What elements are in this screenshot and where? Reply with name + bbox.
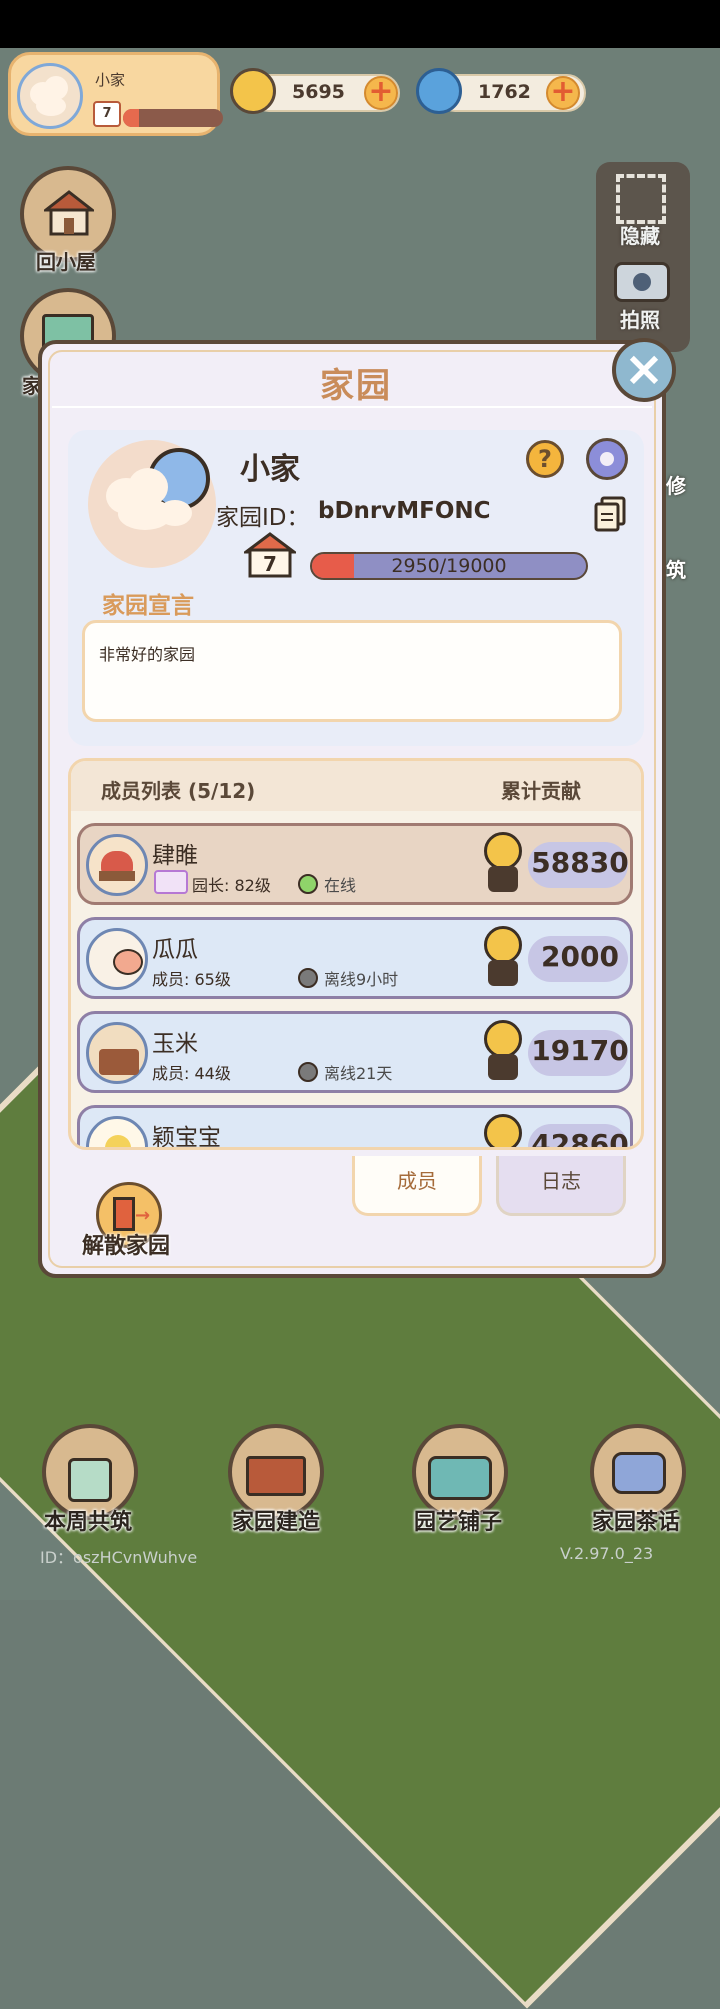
camera-icon[interactable] [614, 262, 670, 302]
member-avatar [86, 928, 148, 990]
copy-icon[interactable] [594, 496, 626, 532]
coins-value: 5695 [292, 81, 345, 103]
tab-log[interactable]: 日志 [496, 1156, 626, 1216]
system-status-bar [0, 0, 720, 48]
member-name: 玉米 [152, 1031, 198, 1057]
member-contribution: 58830 [531, 846, 629, 879]
garden-build-label: 家园建造 [232, 1510, 321, 1535]
members-title: 成员列表 (5/12) [101, 779, 256, 803]
member-avatar [86, 1116, 148, 1147]
build-partial-label: 筑 [666, 558, 686, 582]
member-avatar [86, 834, 148, 896]
member-status: 离线9小时 [324, 970, 399, 989]
members-header: 成员列表 (5/12) 累计贡献 [71, 761, 641, 811]
declaration-text: 非常好的家园 [99, 645, 196, 664]
gardening-shop-label: 园艺铺子 [414, 1510, 503, 1535]
photo-label[interactable]: 拍照 [620, 304, 660, 333]
member-avatar [86, 1022, 148, 1084]
garden-id-value: bDnrvMFONC [318, 498, 491, 524]
member-role: 成员: 65级 [152, 970, 231, 989]
members-list-card: 成员列表 (5/12) 累计贡献 肆睢 园长: 82级 在线 58830 瓜瓜 … [68, 758, 644, 1150]
member-row[interactable]: 颖宝宝 42860 [77, 1105, 633, 1150]
profile-exp-bar [123, 109, 223, 127]
member-role: 成员: 44级 [152, 1064, 231, 1083]
member-status: 在线 [324, 876, 357, 895]
house-icon [44, 190, 94, 236]
member-status: 离线21天 [324, 1064, 393, 1083]
member-contribution: 42860 [531, 1128, 629, 1150]
profile-avatar [17, 63, 83, 129]
profile-exp-bar-fill [123, 109, 139, 127]
member-row[interactable]: 肆睢 园长: 82级 在线 58830 [77, 823, 633, 905]
trophy-icon [68, 1458, 112, 1502]
contribution-title: 累计贡献 [501, 779, 581, 803]
repair-partial-label: 修 [666, 474, 686, 498]
plant-basket-icon [428, 1456, 492, 1500]
right-tool-panel: 隐藏 拍照 [596, 162, 690, 352]
currency-coins: 5695 + [230, 68, 400, 114]
snail-coin-icon [480, 832, 526, 896]
garden-level: 7 [263, 552, 277, 576]
profile-card[interactable]: 小家 7 [8, 52, 223, 136]
member-name: 瓜瓜 [152, 937, 198, 963]
chat-icon [612, 1452, 666, 1494]
hide-label[interactable]: 隐藏 [620, 220, 660, 249]
snail-coin-icon [480, 1114, 526, 1147]
garden-name: 小家 [240, 452, 300, 487]
exit-door-icon [113, 1197, 135, 1231]
declaration-box[interactable]: 非常好的家园 [82, 620, 622, 722]
gems-value: 1762 [478, 81, 531, 103]
frame-icon[interactable] [616, 174, 666, 224]
add-gems-button[interactable]: + [546, 76, 580, 110]
currency-gems: 1762 + [416, 68, 586, 114]
version-text: V.2.97.0_23 [560, 1544, 654, 1563]
member-row[interactable]: 瓜瓜 成员: 65级 离线9小时 2000 [77, 917, 633, 999]
member-role: 园长: 82级 [192, 876, 271, 895]
status-dot [298, 1062, 318, 1082]
status-dot [298, 968, 318, 988]
brick-icon [246, 1456, 306, 1496]
profile-level-badge: 7 [93, 101, 121, 127]
member-contribution: 19170 [531, 1034, 629, 1067]
help-icon[interactable]: ? [526, 440, 564, 478]
status-dot [298, 874, 318, 894]
dialog-title: 家园 [320, 366, 392, 406]
gear-icon[interactable] [586, 438, 628, 480]
weekly-build-label: 本周共筑 [44, 1510, 133, 1535]
back-home-label: 回小屋 [36, 250, 96, 274]
snail-coin-icon [480, 1020, 526, 1084]
swirl-gem-icon [416, 68, 462, 114]
snail-coin-icon [230, 68, 276, 114]
garden-exp-bar: 2950/19000 [310, 552, 588, 580]
profile-name: 小家 [95, 71, 126, 89]
garden-avatar [88, 440, 216, 568]
member-name: 肆睢 [152, 843, 198, 869]
garden-id-label: 家园ID： [216, 505, 310, 531]
garden-dialog: 家园 小家 ? 家园ID： bDnrvMFONC 7 2950/19000 家园… [38, 340, 666, 1278]
add-coins-button[interactable]: + [364, 76, 398, 110]
declaration-label: 家园宣言 [102, 593, 194, 619]
disband-label[interactable]: 解散家园 [82, 1228, 170, 1260]
member-row[interactable]: 玉米 成员: 44级 离线21天 19170 [77, 1011, 633, 1093]
garden-chat-label: 家园茶话 [592, 1510, 681, 1535]
garden-exp-text: 2950/19000 [391, 555, 507, 577]
leader-crown-icon [154, 870, 188, 894]
member-contribution: 2000 [541, 940, 619, 973]
snail-coin-icon [480, 926, 526, 990]
garden-info-card: 小家 ? 家园ID： bDnrvMFONC 7 2950/19000 家园宣言 … [68, 430, 644, 746]
close-button[interactable]: × [612, 338, 676, 402]
close-icon: × [623, 341, 665, 397]
member-name: 颖宝宝 [152, 1125, 221, 1150]
user-id-text: ID：oszHCvnWuhve [40, 1548, 198, 1567]
tab-members[interactable]: 成员 [352, 1156, 482, 1216]
